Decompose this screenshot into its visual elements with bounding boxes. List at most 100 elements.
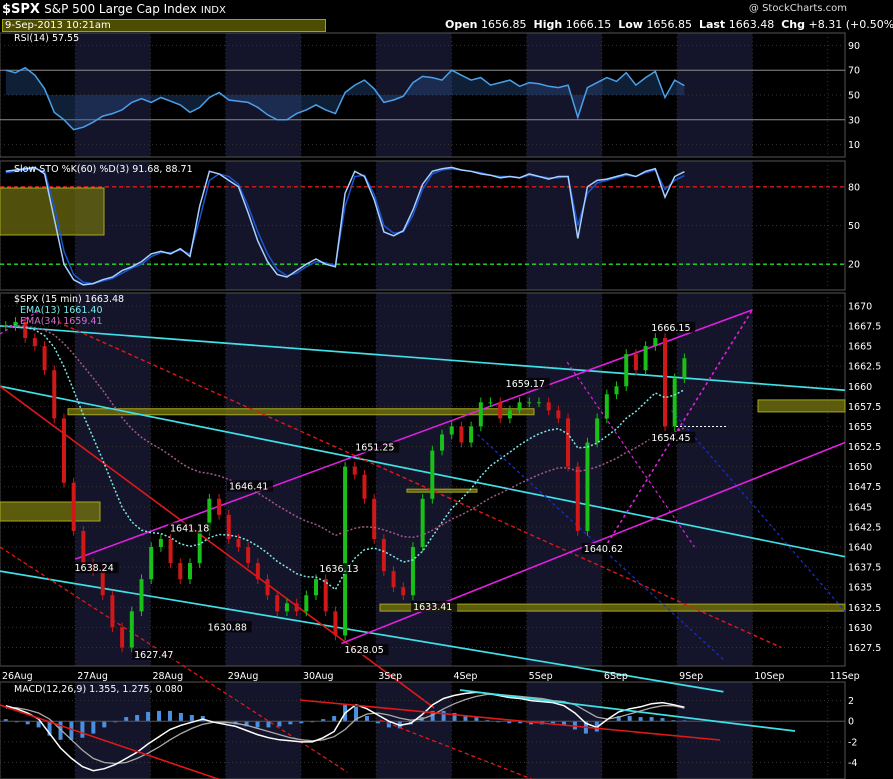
- rsi-title: RSI(14) 57.55: [14, 33, 79, 44]
- candle-body: [333, 611, 338, 636]
- candle-body: [624, 354, 629, 387]
- macd-title: MACD(12,26,9) 1.355, 1.275, 0.080: [14, 684, 183, 695]
- annotation-label: 1630.88: [208, 622, 247, 633]
- macd-histogram-bar: [91, 721, 96, 734]
- candle-body: [459, 426, 464, 443]
- candle-body: [314, 579, 319, 596]
- sto-title: Slow STO %K(60) %D(3) 91.68, 88.71: [14, 164, 193, 175]
- x-tick-label: 30Aug: [303, 671, 334, 682]
- candle-body: [566, 418, 571, 467]
- candle-body: [663, 338, 668, 427]
- resistance-zone: [757, 399, 846, 413]
- macd-histogram-bar: [135, 715, 140, 722]
- x-tick-label: 28Aug: [152, 671, 183, 682]
- y-tick-label: 1670: [848, 301, 872, 312]
- y-tick-label: 1635: [848, 583, 872, 594]
- candle-body: [284, 603, 289, 612]
- candle-body: [643, 346, 648, 371]
- x-tick-label: 3Sep: [378, 671, 402, 682]
- candle-body: [682, 358, 687, 379]
- candle-body: [546, 402, 551, 411]
- candle-body: [614, 386, 619, 395]
- x-tick-label: 5Sep: [529, 671, 553, 682]
- ema13-legend: EMA(13) 1661.40: [20, 305, 103, 316]
- candle-body: [633, 354, 638, 371]
- candle-body: [178, 563, 183, 580]
- annotation-label: 1640.62: [584, 544, 623, 555]
- candle-body: [149, 547, 154, 580]
- candle-body: [410, 547, 415, 596]
- candle-body: [527, 402, 532, 404]
- candle-body: [372, 498, 377, 539]
- y-tick-label: 1650: [848, 462, 872, 473]
- candle-body: [595, 418, 600, 443]
- y-tick-label: 1645: [848, 502, 872, 513]
- annotation-label: 1636.13: [319, 564, 358, 575]
- macd-histogram-bar: [627, 716, 632, 722]
- x-tick-label: 6Sep: [604, 671, 628, 682]
- x-tick-label: 26Aug: [2, 671, 33, 682]
- y-tick-label: -2: [848, 737, 857, 748]
- y-tick-label: 1667.5: [848, 321, 881, 332]
- candle-body: [265, 579, 270, 596]
- ema34-legend: EMA(34) 1659.41: [20, 316, 103, 327]
- x-tick-label: 29Aug: [228, 671, 259, 682]
- macd-histogram-bar: [649, 717, 654, 722]
- candle-body: [129, 611, 134, 648]
- y-tick-label: 2: [848, 696, 854, 707]
- y-tick-label: 1637.5: [848, 563, 881, 574]
- macd-histogram-bar: [167, 710, 172, 722]
- candle-body: [158, 538, 163, 548]
- candle-body: [187, 563, 192, 580]
- session-band: [677, 682, 753, 779]
- macd-histogram-bar: [255, 721, 260, 728]
- candle-body: [478, 402, 483, 427]
- candle-body: [507, 410, 512, 419]
- y-tick-label: 30: [848, 115, 860, 126]
- candle-body: [139, 579, 144, 612]
- y-tick-label: -4: [848, 758, 857, 769]
- candle-body: [362, 474, 367, 499]
- macd-histogram-bar: [124, 717, 129, 722]
- candle-body: [236, 538, 241, 548]
- candle-body: [604, 394, 609, 419]
- macd-histogram-bar: [102, 721, 107, 728]
- candle-body: [391, 571, 396, 588]
- candle-body: [381, 538, 386, 572]
- y-tick-label: 1652.5: [848, 442, 881, 453]
- annotation-label: 1627.47: [134, 650, 173, 661]
- candle-body: [517, 402, 522, 411]
- y-tick-label: 1630: [848, 623, 872, 634]
- candle-body: [401, 587, 406, 596]
- y-tick-label: 1642.5: [848, 522, 881, 533]
- macd-histogram-bar: [277, 721, 282, 727]
- y-tick-label: 0: [848, 717, 854, 728]
- candle-body: [498, 402, 503, 419]
- annotation-label: 1659.17: [506, 379, 545, 390]
- candle-body: [430, 450, 435, 499]
- candle-body: [449, 426, 454, 435]
- candle-body: [575, 466, 580, 531]
- y-tick-label: 1627.5: [848, 643, 881, 654]
- candle-body: [420, 498, 425, 548]
- y-tick-label: 90: [848, 41, 860, 52]
- candle-body: [352, 466, 357, 475]
- candle-body: [469, 426, 474, 443]
- candle-body: [304, 595, 309, 612]
- candle-body: [110, 595, 115, 628]
- candle-body: [275, 595, 280, 612]
- candle-body: [52, 370, 57, 419]
- candle-body: [168, 538, 173, 564]
- candle-body: [556, 410, 561, 419]
- candle-body: [488, 402, 493, 404]
- y-tick-label: 1632.5: [848, 603, 881, 614]
- x-tick-label: 10Sep: [754, 671, 784, 682]
- candle-body: [197, 530, 202, 564]
- macd-histogram-bar: [178, 712, 183, 722]
- macd-histogram-bar: [441, 710, 446, 722]
- annotation-label: 1628.05: [344, 645, 383, 656]
- candle-body: [42, 346, 47, 371]
- candle-body: [672, 378, 677, 427]
- candle-body: [32, 338, 37, 347]
- x-tick-label: 11Sep: [830, 671, 860, 682]
